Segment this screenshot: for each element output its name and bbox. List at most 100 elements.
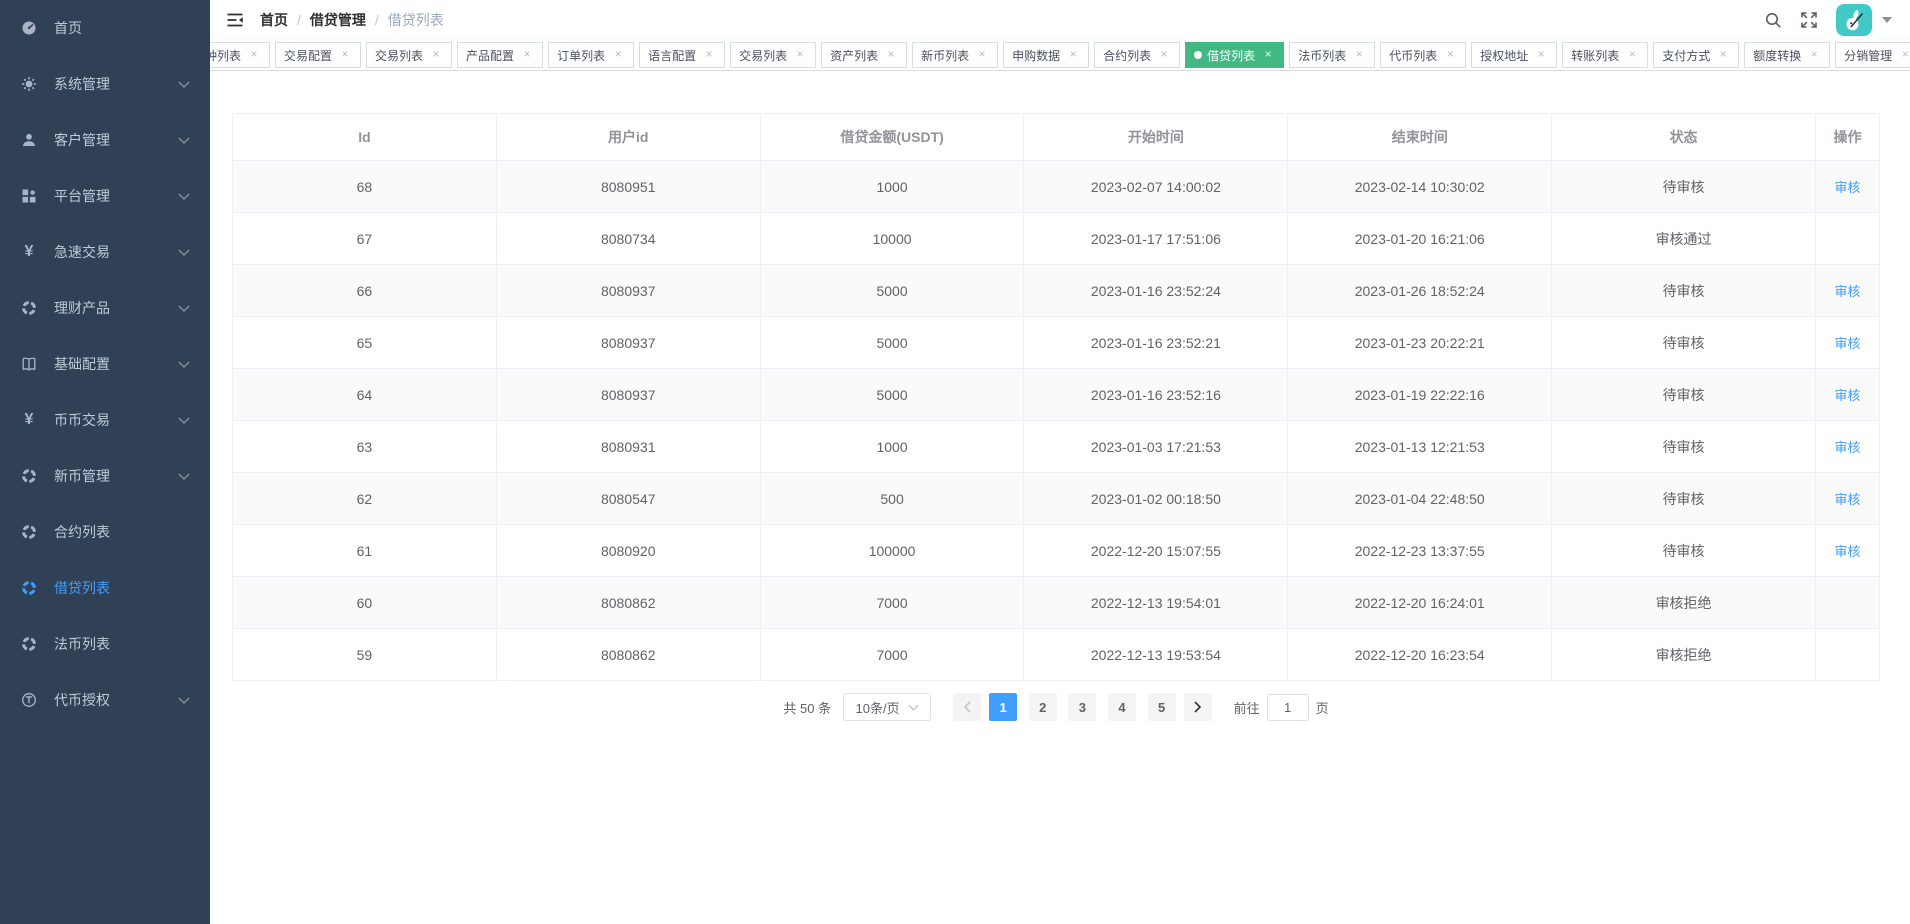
- next-page-button[interactable]: [1184, 693, 1212, 721]
- sidebar-item[interactable]: ¥ 急速交易: [0, 224, 210, 280]
- cell-user-id: 8080862: [496, 577, 760, 629]
- close-tab-icon[interactable]: ×: [247, 48, 261, 62]
- tab[interactable]: 授权地址 ×: [1471, 42, 1557, 68]
- sidebar-item-label: 平台管理: [54, 186, 110, 206]
- sidebar-item[interactable]: 法币列表: [0, 616, 210, 672]
- sidebar-item-label: 法币列表: [54, 634, 110, 654]
- cell-amount: 10000: [760, 213, 1024, 265]
- sidebar-item[interactable]: 基础配置: [0, 336, 210, 392]
- user-avatar[interactable]: [1836, 4, 1872, 36]
- tab[interactable]: 交易列表 ×: [366, 42, 452, 68]
- page-button[interactable]: 3: [1068, 693, 1096, 721]
- menu-fold-icon[interactable]: [226, 12, 244, 28]
- tab[interactable]: 额度转换 ×: [1744, 42, 1830, 68]
- tab[interactable]: 交易列表 ×: [730, 42, 816, 68]
- tab[interactable]: 合约列表 ×: [1094, 42, 1180, 68]
- close-tab-icon[interactable]: ×: [702, 48, 716, 62]
- sidebar-item[interactable]: 理财产品: [0, 280, 210, 336]
- cell-start-time: 2022-12-20 15:07:55: [1024, 525, 1288, 577]
- close-tab-icon[interactable]: ×: [1625, 48, 1639, 62]
- review-link[interactable]: 审核: [1834, 180, 1860, 195]
- review-link[interactable]: 审核: [1834, 440, 1860, 455]
- close-tab-icon[interactable]: ×: [1261, 48, 1275, 62]
- tab-label: 新币列表: [921, 47, 969, 64]
- tab[interactable]: 产品配置 ×: [457, 42, 543, 68]
- close-tab-icon[interactable]: ×: [611, 48, 625, 62]
- close-tab-icon[interactable]: ×: [520, 48, 534, 62]
- sidebar-item[interactable]: 代币授权: [0, 672, 210, 728]
- search-icon[interactable]: [1764, 11, 1782, 29]
- tabbar: 币种列表 × 交易配置 × 交易列表 × 产品配置 ×: [210, 40, 1910, 71]
- pagination: 共 50 条 10条/页 1 2 3 4: [232, 693, 1880, 721]
- page-button[interactable]: 4: [1108, 693, 1136, 721]
- tab[interactable]: 代币列表 ×: [1380, 42, 1466, 68]
- page-button[interactable]: 5: [1148, 693, 1176, 721]
- page-size-select[interactable]: 10条/页: [843, 693, 931, 721]
- review-link[interactable]: 审核: [1834, 388, 1860, 403]
- review-link[interactable]: 审核: [1834, 492, 1860, 507]
- page-button[interactable]: 1: [989, 693, 1017, 721]
- close-tab-icon[interactable]: ×: [1066, 48, 1080, 62]
- column-header: 借贷金额(USDT): [760, 114, 1024, 161]
- close-tab-icon[interactable]: ×: [1898, 48, 1910, 62]
- tab[interactable]: 借贷列表 ×: [1185, 42, 1284, 68]
- chevron-down-icon: [178, 361, 190, 368]
- cell-start-time: 2023-01-16 23:52:16: [1024, 369, 1288, 421]
- fullscreen-icon[interactable]: [1800, 11, 1818, 29]
- close-tab-icon[interactable]: ×: [338, 48, 352, 62]
- sidebar-item[interactable]: 新币管理: [0, 448, 210, 504]
- sidebar-item[interactable]: 系统管理: [0, 56, 210, 112]
- tab-label: 交易配置: [284, 47, 332, 64]
- cell-user-id: 8080931: [496, 421, 760, 473]
- sidebar-item[interactable]: 借贷列表: [0, 560, 210, 616]
- tab-label: 分销管理: [1844, 47, 1892, 64]
- close-tab-icon[interactable]: ×: [1534, 48, 1548, 62]
- table-row: 62 8080547 500 2023-01-02 00:18:50 2023-…: [233, 473, 1880, 525]
- close-tab-icon[interactable]: ×: [1716, 48, 1730, 62]
- review-link[interactable]: 审核: [1834, 284, 1860, 299]
- page-button[interactable]: 2: [1029, 693, 1057, 721]
- sidebar-item[interactable]: ¥ 币币交易: [0, 392, 210, 448]
- cell-id: 65: [233, 317, 497, 369]
- tab-label: 产品配置: [466, 47, 514, 64]
- yen-icon: ¥: [20, 243, 38, 261]
- breadcrumb-item[interactable]: 借贷管理: [310, 10, 366, 30]
- tab[interactable]: 订单列表 ×: [548, 42, 634, 68]
- review-link[interactable]: 审核: [1834, 544, 1860, 559]
- goto-page-input[interactable]: [1267, 694, 1309, 721]
- sidebar-item[interactable]: 客户管理: [0, 112, 210, 168]
- prev-page-button[interactable]: [953, 693, 981, 721]
- close-tab-icon[interactable]: ×: [1807, 48, 1821, 62]
- cell-status: 待审核: [1552, 161, 1816, 213]
- close-tab-icon[interactable]: ×: [1352, 48, 1366, 62]
- sidebar-item[interactable]: 首页: [0, 0, 210, 56]
- close-tab-icon[interactable]: ×: [793, 48, 807, 62]
- breadcrumb-item[interactable]: 首页: [260, 10, 288, 30]
- content: Id 用户id 借贷金额(USDT) 开始时间 结束时间 状态 操作: [210, 71, 1910, 924]
- tab[interactable]: 申购数据 ×: [1003, 42, 1089, 68]
- review-link[interactable]: 审核: [1834, 336, 1860, 351]
- cell-end-time: 2022-12-20 16:24:01: [1288, 577, 1552, 629]
- tab[interactable]: 语言配置 ×: [639, 42, 725, 68]
- close-tab-icon[interactable]: ×: [1443, 48, 1457, 62]
- main-area: 首页 / 借贷管理 / 借贷列表 /: [210, 0, 1910, 924]
- column-header: 操作: [1816, 114, 1880, 161]
- tab[interactable]: 分销管理 ×: [1835, 42, 1910, 68]
- close-tab-icon[interactable]: ×: [429, 48, 443, 62]
- close-tab-icon[interactable]: ×: [884, 48, 898, 62]
- tab[interactable]: 法币列表 ×: [1289, 42, 1375, 68]
- tab[interactable]: 交易配置 ×: [275, 42, 361, 68]
- tab[interactable]: 支付方式 ×: [1653, 42, 1739, 68]
- sidebar-item[interactable]: 平台管理: [0, 168, 210, 224]
- tab[interactable]: 资产列表 ×: [821, 42, 907, 68]
- cell-user-id: 8080920: [496, 525, 760, 577]
- tab[interactable]: 新币列表 ×: [912, 42, 998, 68]
- caret-down-icon[interactable]: [1882, 17, 1892, 23]
- tab[interactable]: 转账列表 ×: [1562, 42, 1648, 68]
- close-tab-icon[interactable]: ×: [975, 48, 989, 62]
- close-tab-icon[interactable]: ×: [1157, 48, 1171, 62]
- tab[interactable]: 币种列表 ×: [210, 42, 270, 68]
- sidebar-item[interactable]: 合约列表: [0, 504, 210, 560]
- cell-user-id: 8080951: [496, 161, 760, 213]
- cell-action: 审核: [1816, 317, 1880, 369]
